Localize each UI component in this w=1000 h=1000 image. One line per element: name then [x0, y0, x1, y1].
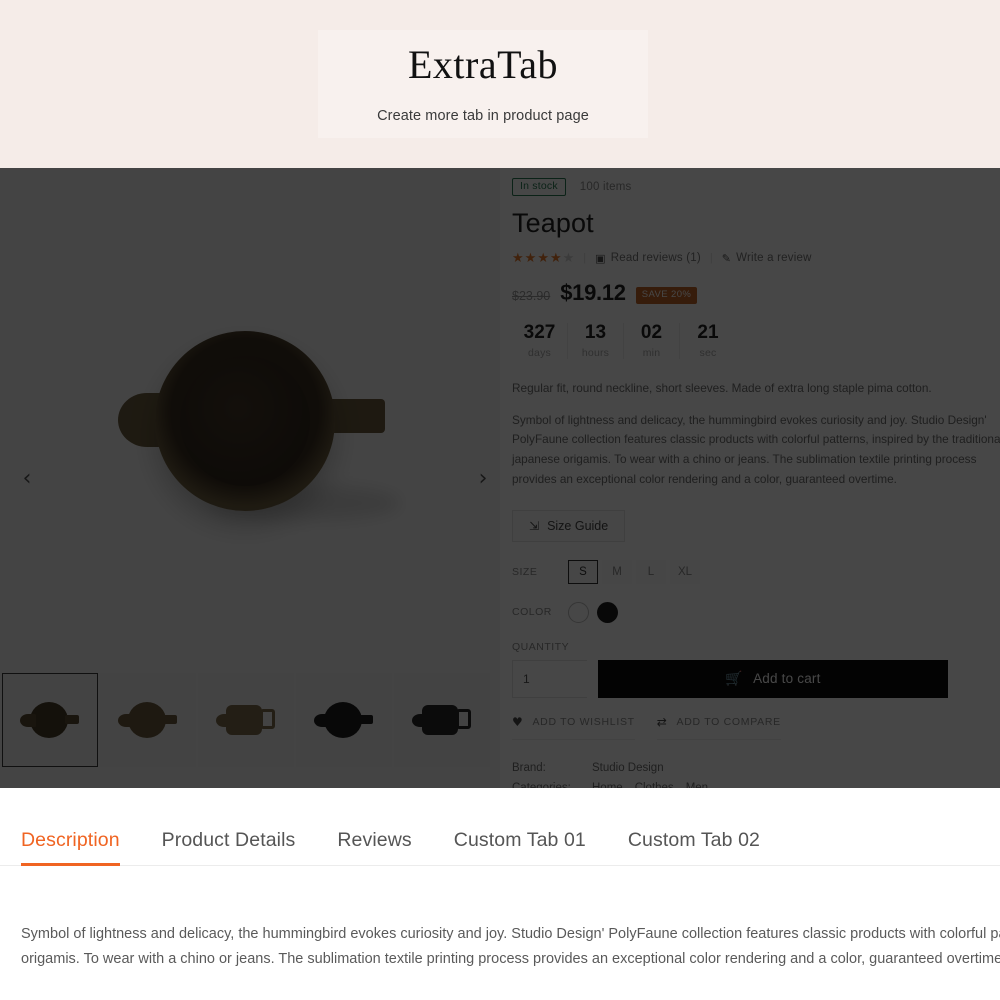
add-to-compare-label: ADD TO COMPARE: [676, 715, 781, 728]
items-count: 100 items: [579, 181, 632, 193]
cart-icon: 🛒: [725, 670, 744, 687]
thumb-teapot-0: [20, 700, 80, 740]
pencil-icon: ✎: [721, 251, 732, 265]
teapot-illustration: [100, 321, 400, 521]
compare-icon: ⇄: [656, 714, 668, 729]
countdown-min-label: min: [642, 347, 661, 360]
write-review-link[interactable]: ✎ Write a review: [722, 252, 812, 265]
countdown-min-value: 02: [640, 321, 663, 343]
countdown-days-value: 327: [523, 321, 556, 343]
tab-description-text: Symbol of lightness and delicacy, the hu…: [21, 926, 1000, 968]
gallery-next-icon[interactable]: ›: [468, 463, 498, 493]
color-swatch-white[interactable]: [568, 601, 589, 623]
ruler-icon: ⇲: [529, 518, 540, 533]
price-old: $23.90: [512, 289, 551, 303]
add-to-wishlist-label: ADD TO WISHLIST: [532, 715, 635, 728]
thumbnail-2[interactable]: [198, 673, 294, 767]
thumbnail-4[interactable]: [394, 673, 490, 767]
color-label: COLOR: [512, 606, 552, 619]
teapot-opening: [180, 355, 310, 486]
comment-icon: ▣: [595, 251, 606, 265]
status-badge: In stock: [512, 178, 566, 196]
divider: |: [583, 252, 587, 264]
thumb-teapot-2: [216, 700, 276, 740]
product-info: In stock 100 items Teapot ★ ★ ★ ★ ★ | ▣ Read…: [500, 168, 1000, 788]
add-to-wishlist-button[interactable]: ♥ ADD TO WISHLIST: [512, 715, 635, 740]
product-meta: Brand: Studio Design Categories: Home Cl…: [512, 762, 988, 788]
write-review-label: Write a review: [736, 252, 812, 264]
tab-custom-02[interactable]: Custom Tab 02: [628, 829, 760, 866]
add-to-cart-button[interactable]: 🛒 Add to cart: [598, 659, 948, 698]
countdown-timer: 327 days 13 hours 02 min 21 sec: [512, 321, 988, 360]
price-current: $19.12: [560, 280, 626, 305]
size-options: S M L XL: [568, 559, 700, 584]
countdown-sec-label: sec: [699, 347, 717, 360]
divider: |: [709, 252, 713, 264]
color-swatch-black[interactable]: [597, 601, 618, 623]
color-row: COLOR: [512, 601, 988, 623]
product-gallery: ‹ ›: [0, 168, 500, 788]
product-section: ‹ › In stock 100 items Teapot ★ ★ ★ ★ ★ …: [0, 168, 1000, 788]
countdown-days-label: days: [528, 347, 551, 360]
thumbnail-0[interactable]: [2, 673, 98, 767]
thumbnail-1[interactable]: [100, 673, 196, 767]
brand-value: Studio Design: [592, 761, 664, 774]
countdown-min: 02 min: [624, 321, 680, 360]
countdown-sec-value: 21: [697, 321, 719, 343]
page-title: Teapot: [512, 208, 594, 238]
stock-row: In stock 100 items: [512, 178, 988, 196]
size-option-xl[interactable]: XL: [670, 559, 700, 584]
size-label: SIZE: [512, 565, 538, 578]
countdown-sec: 21 sec: [680, 321, 736, 360]
read-reviews-link[interactable]: ▣ Read reviews (1): [595, 252, 701, 265]
heart-icon: ♥: [512, 714, 524, 729]
price-row: $23.90 $19.12 SAVE 20%: [512, 280, 988, 307]
size-option-m[interactable]: M: [602, 559, 632, 584]
discount-badge: SAVE 20%: [635, 287, 698, 304]
rating-stars: ★ ★ ★ ★ ★: [512, 250, 575, 266]
page-root: ExtraTab Create more tab in product page…: [0, 0, 1000, 1000]
promo-banner: ExtraTab Create more tab in product page: [0, 0, 1000, 168]
meta-brand: Brand: Studio Design: [512, 762, 988, 774]
size-guide-label: Size Guide: [547, 518, 609, 533]
secondary-actions: ♥ ADD TO WISHLIST ⇄ ADD TO COMPARE: [512, 715, 988, 740]
product-tabs: Description Product Details Reviews Cust…: [0, 788, 1000, 866]
read-reviews-label: Read reviews (1): [610, 252, 701, 264]
thumb-teapot-3: [314, 700, 374, 740]
size-option-s[interactable]: S: [568, 559, 598, 584]
review-row: ★ ★ ★ ★ ★ | ▣ Read reviews (1) | ✎ Write a r…: [512, 250, 988, 266]
long-description: Symbol of lightness and delicacy, the hu…: [512, 412, 1000, 487]
quantity-stepper[interactable]: ▲ ▼: [512, 659, 686, 698]
tab-custom-01[interactable]: Custom Tab 01: [454, 829, 586, 866]
main-product-image[interactable]: [0, 168, 500, 673]
short-description: Regular fit, round neckline, short sleev…: [512, 381, 932, 396]
thumb-teapot-1: [118, 700, 178, 740]
gallery-prev-icon[interactable]: ‹: [12, 463, 42, 493]
color-options: [568, 601, 618, 623]
tab-reviews[interactable]: Reviews: [337, 829, 411, 866]
size-row: SIZE S M L XL: [512, 559, 988, 584]
promo-title: ExtraTab: [407, 41, 558, 87]
product-tabs-bar: Description Product Details Reviews Cust…: [0, 788, 1000, 866]
size-option-l[interactable]: L: [636, 559, 666, 584]
size-guide-button[interactable]: ⇲ Size Guide: [512, 509, 626, 542]
quantity-label: QUANTITY: [512, 640, 570, 653]
add-to-cart-label: Add to cart: [753, 671, 821, 687]
countdown-days: 327 days: [512, 321, 568, 360]
add-to-compare-button[interactable]: ⇄ ADD TO COMPARE: [656, 714, 781, 740]
tab-panel-description: Symbol of lightness and delicacy, the hu…: [0, 866, 1000, 1000]
tab-product-details[interactable]: Product Details: [162, 829, 296, 866]
promo-banner-card: ExtraTab Create more tab in product page: [318, 30, 648, 138]
countdown-hours: 13 hours: [568, 321, 624, 360]
cart-row: ▲ ▼ 🛒 Add to cart: [512, 659, 988, 698]
brand-key: Brand:: [512, 761, 546, 774]
thumbnail-strip: [0, 673, 500, 788]
countdown-hours-value: 13: [584, 321, 607, 343]
thumb-teapot-4: [412, 700, 472, 740]
promo-subtitle: Create more tab in product page: [377, 107, 589, 124]
thumbnail-3[interactable]: [296, 673, 392, 767]
countdown-hours-label: hours: [581, 347, 610, 360]
tab-description[interactable]: Description: [21, 829, 120, 866]
